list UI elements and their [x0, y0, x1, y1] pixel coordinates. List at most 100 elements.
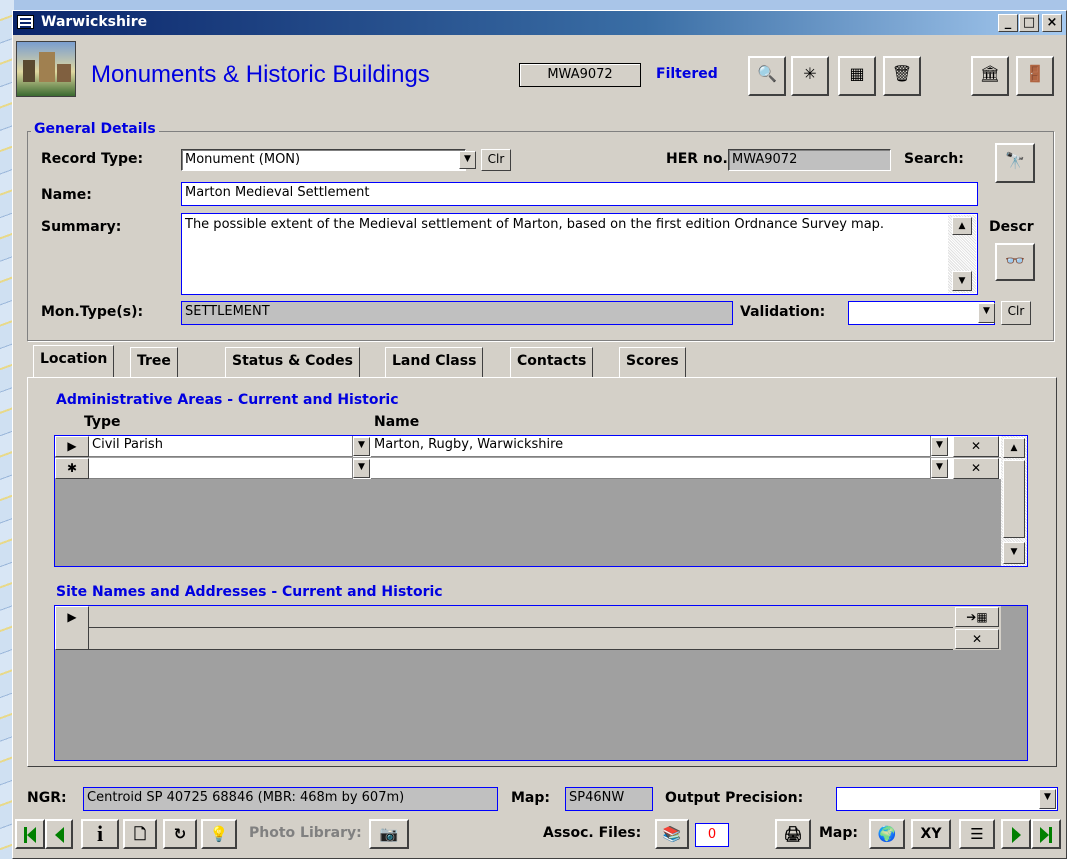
output-precision-select[interactable]: [836, 787, 1058, 811]
area-name-dropdown-arrow[interactable]: ▼: [931, 437, 948, 456]
summary-scrollbar[interactable]: ▲ ▼: [948, 215, 976, 293]
scroll-thumb[interactable]: [1003, 460, 1025, 538]
minimize-button[interactable]: _: [998, 14, 1018, 32]
next-record-button[interactable]: [1001, 819, 1031, 849]
tab-land-class[interactable]: Land Class: [385, 347, 484, 377]
building-button[interactable]: 🏛: [971, 56, 1009, 96]
montype-label: Mon.Type(s):: [41, 304, 144, 320]
area-type-cell[interactable]: Civil Parish: [89, 436, 353, 457]
row-selector-icon[interactable]: ▶: [55, 606, 89, 650]
table-row[interactable]: ▶ Civil Parish ▼ Marton, Rugby, Warwicks…: [55, 436, 1001, 457]
name-field[interactable]: Marton Medieval Settlement: [181, 182, 978, 206]
trash-icon: 🗑: [891, 64, 913, 83]
site-names-title: Site Names and Addresses - Current and H…: [56, 584, 443, 600]
search-button[interactable]: 🔭: [995, 143, 1035, 183]
site-address-cell[interactable]: [89, 628, 953, 650]
info-icon: i: [96, 821, 104, 846]
record-type-select[interactable]: Monument (MON): [181, 149, 466, 171]
photo-library-label: Photo Library:: [249, 825, 362, 841]
new-record-button[interactable]: ✳: [791, 56, 829, 96]
table-row[interactable]: ▶ ➔▦ ✕: [55, 606, 1001, 650]
area-type-dropdown-arrow[interactable]: ▼: [353, 459, 370, 478]
scroll-up-arrow[interactable]: ▲: [952, 217, 972, 235]
grid-scrollbar[interactable]: ▲ ▼: [1001, 436, 1027, 566]
refresh-button[interactable]: ↻: [163, 819, 197, 849]
add-record-icon: ➔▦: [966, 610, 988, 624]
area-name-cell[interactable]: [371, 458, 931, 479]
ngr-field: Centroid SP 40725 68846 (MBR: 468m by 60…: [83, 787, 498, 811]
table-row[interactable]: ✱ ▼ ▼ ✕: [55, 458, 1001, 479]
scroll-down-arrow[interactable]: ▼: [1003, 542, 1025, 564]
admin-areas-title: Administrative Areas - Current and Histo…: [56, 392, 399, 408]
tab-scores[interactable]: Scores: [619, 347, 686, 377]
assoc-files-count: 0: [695, 823, 729, 847]
files-icon: 📚: [662, 825, 682, 843]
scroll-down-arrow[interactable]: ▼: [952, 271, 972, 291]
close-button[interactable]: ×: [1042, 14, 1062, 32]
close-icon: ✕: [970, 461, 982, 475]
preview-button[interactable]: 🔍: [748, 56, 786, 96]
close-icon: ✕: [970, 439, 982, 453]
exit-button[interactable]: 🚪: [1016, 56, 1054, 96]
photo-viewer-button[interactable]: 💡: [201, 819, 237, 849]
site-names-grid: ▶ ➔▦ ✕: [54, 605, 1028, 761]
site-name-cell[interactable]: [89, 606, 953, 628]
new-row-selector-icon[interactable]: ✱: [55, 458, 89, 479]
navigation-bar: i 🗋 ↻ 💡 Photo Library: 📷 Assoc. Files: 📚…: [15, 819, 1065, 855]
tab-location[interactable]: Location: [33, 345, 115, 377]
photo-library-button[interactable]: 📷: [369, 819, 409, 849]
tab-status-codes[interactable]: Status & Codes: [225, 347, 360, 377]
printer-icon: 🖨: [783, 825, 803, 843]
maximize-button[interactable]: □: [1019, 14, 1039, 32]
document-icon: 🗋: [133, 825, 147, 843]
area-type-cell[interactable]: [89, 458, 353, 479]
record-type-clear-button[interactable]: Clr: [481, 149, 511, 171]
map-sheet-field: SP46NW: [565, 787, 653, 811]
tab-tree[interactable]: Tree: [130, 347, 178, 377]
building-icon: 🏛: [979, 64, 1001, 83]
previous-record-button[interactable]: [45, 819, 73, 849]
area-type-dropdown-arrow[interactable]: ▼: [353, 437, 370, 456]
last-record-button[interactable]: [1031, 819, 1061, 849]
first-record-button[interactable]: [15, 819, 45, 849]
layers-icon: ☰: [970, 825, 984, 843]
validation-dropdown-arrow[interactable]: ▼: [978, 303, 995, 323]
ngr-label: NGR:: [27, 790, 67, 806]
map-globe-button[interactable]: 🌍: [869, 819, 905, 849]
row-selector-icon[interactable]: ▶: [55, 436, 89, 457]
delete-row-button[interactable]: ✕: [953, 436, 999, 457]
xy-button[interactable]: XY: [911, 819, 951, 849]
close-icon: ✕: [971, 632, 983, 646]
tab-contacts[interactable]: Contacts: [510, 347, 594, 377]
area-name-dropdown-arrow[interactable]: ▼: [931, 459, 948, 478]
assoc-files-button[interactable]: 📚: [655, 819, 689, 849]
scroll-up-arrow[interactable]: ▲: [1003, 438, 1025, 458]
add-record-icon: ▦: [849, 64, 865, 83]
title-bar[interactable]: Warwickshire _ □ ×: [13, 11, 1066, 35]
output-precision-dropdown-arrow[interactable]: ▼: [1039, 789, 1056, 809]
summary-textarea[interactable]: The possible extent of the Medieval sett…: [181, 213, 978, 295]
delete-button[interactable]: 🗑: [883, 56, 921, 96]
name-label: Name:: [41, 187, 92, 203]
area-name-cell[interactable]: Marton, Rugby, Warwickshire: [371, 436, 931, 457]
description-button[interactable]: 👓: [995, 243, 1035, 281]
delete-site-button[interactable]: ✕: [955, 629, 999, 649]
delete-row-button[interactable]: ✕: [953, 458, 999, 479]
tab-panel-location: Administrative Areas - Current and Histo…: [27, 377, 1057, 767]
add-record-button[interactable]: ▦: [838, 56, 876, 96]
globe-icon: 🌍: [877, 825, 897, 843]
record-type-dropdown-arrow[interactable]: ▼: [459, 151, 476, 169]
validation-select[interactable]: [848, 301, 995, 325]
layers-button[interactable]: ☰: [959, 819, 995, 849]
document-viewer-button[interactable]: 🖨: [775, 819, 811, 849]
form-icon: [17, 15, 34, 29]
validation-clear-button[interactable]: Clr: [1001, 301, 1031, 325]
new-document-button[interactable]: 🗋: [123, 819, 157, 849]
tab-container: Location Tree Status & Codes Land Class …: [27, 345, 1057, 767]
page-title: Monuments & Historic Buildings: [91, 61, 430, 88]
assoc-files-label: Assoc. Files:: [543, 825, 642, 841]
previous-record-icon: [54, 825, 64, 843]
window-title: Warwickshire: [41, 14, 148, 30]
info-button[interactable]: i: [81, 819, 119, 849]
add-site-button[interactable]: ➔▦: [955, 607, 999, 627]
